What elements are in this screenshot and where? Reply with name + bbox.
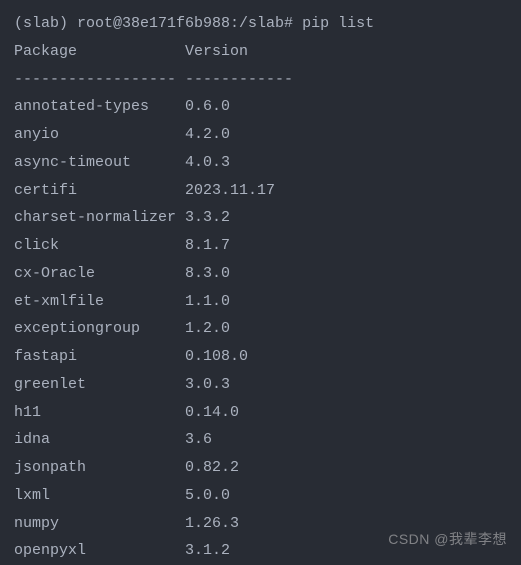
package-name: anyio — [14, 121, 185, 149]
package-version: 0.108.0 — [185, 343, 248, 371]
header-version: Version — [185, 38, 248, 66]
divider-package: ------------------ — [14, 66, 185, 94]
table-row: charset-normalizer3.3.2 — [14, 204, 507, 232]
table-row: certifi2023.11.17 — [14, 177, 507, 205]
table-row: async-timeout4.0.3 — [14, 149, 507, 177]
table-row: anyio4.2.0 — [14, 121, 507, 149]
package-version: 2023.11.17 — [185, 177, 275, 205]
package-name: certifi — [14, 177, 185, 205]
package-version: 8.1.7 — [185, 232, 230, 260]
table-row: et-xmlfile1.1.0 — [14, 288, 507, 316]
package-name: charset-normalizer — [14, 204, 185, 232]
table-row: greenlet3.0.3 — [14, 371, 507, 399]
prompt-user-host: root@38e171f6b988 — [77, 15, 230, 32]
package-version: 1.1.0 — [185, 288, 230, 316]
package-version: 0.82.2 — [185, 454, 239, 482]
package-name: greenlet — [14, 371, 185, 399]
table-row: jsonpath0.82.2 — [14, 454, 507, 482]
package-version: 3.6 — [185, 426, 212, 454]
package-name: numpy — [14, 510, 185, 538]
package-name: cx-Oracle — [14, 260, 185, 288]
package-version: 8.3.0 — [185, 260, 230, 288]
table-row: annotated-types0.6.0 — [14, 93, 507, 121]
command-text: pip list — [302, 15, 374, 32]
package-version: 4.0.3 — [185, 149, 230, 177]
package-name: lxml — [14, 482, 185, 510]
package-version: 1.2.0 — [185, 315, 230, 343]
table-row: lxml5.0.0 — [14, 482, 507, 510]
package-version: 0.14.0 — [185, 399, 239, 427]
package-name: h11 — [14, 399, 185, 427]
package-name: async-timeout — [14, 149, 185, 177]
package-name: jsonpath — [14, 454, 185, 482]
package-name: click — [14, 232, 185, 260]
package-name: openpyxl — [14, 537, 185, 565]
package-name: exceptiongroup — [14, 315, 185, 343]
package-name: et-xmlfile — [14, 288, 185, 316]
terminal-prompt-line: (slab) root@38e171f6b988:/slab# pip list — [14, 10, 507, 38]
package-version: 3.1.2 — [185, 537, 230, 565]
table-row: exceptiongroup1.2.0 — [14, 315, 507, 343]
package-name: fastapi — [14, 343, 185, 371]
header-package: Package — [14, 38, 185, 66]
table-row: idna3.6 — [14, 426, 507, 454]
package-version: 3.0.3 — [185, 371, 230, 399]
divider-version: ------------ — [185, 66, 293, 94]
table-row: h110.14.0 — [14, 399, 507, 427]
package-name: idna — [14, 426, 185, 454]
table-row: fastapi0.108.0 — [14, 343, 507, 371]
package-list: annotated-types0.6.0anyio4.2.0async-time… — [14, 93, 507, 565]
package-version: 0.6.0 — [185, 93, 230, 121]
prompt-path: :/slab# — [230, 15, 302, 32]
table-row: cx-Oracle8.3.0 — [14, 260, 507, 288]
package-version: 4.2.0 — [185, 121, 230, 149]
prompt-env: (slab) — [14, 15, 77, 32]
table-divider-row: ------------------------------ — [14, 66, 507, 94]
watermark-text: CSDN @我辈李想 — [388, 527, 507, 553]
table-header-row: PackageVersion — [14, 38, 507, 66]
package-version: 1.26.3 — [185, 510, 239, 538]
package-version: 5.0.0 — [185, 482, 230, 510]
table-row: click8.1.7 — [14, 232, 507, 260]
package-name: annotated-types — [14, 93, 185, 121]
package-version: 3.3.2 — [185, 204, 230, 232]
